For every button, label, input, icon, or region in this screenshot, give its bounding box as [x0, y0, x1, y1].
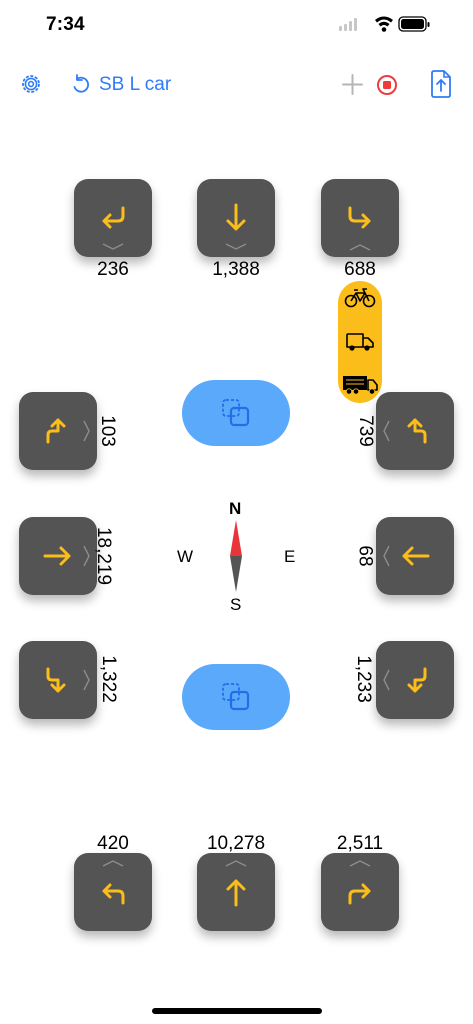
copy-button-bottom[interactable] — [182, 664, 290, 730]
top-left-turn-tile[interactable] — [74, 179, 152, 257]
right-up-turn-tile[interactable] — [376, 392, 454, 470]
chevron-up-icon — [349, 244, 371, 251]
export-button[interactable] — [430, 70, 452, 98]
count-right-down: 1,233 — [352, 655, 374, 703]
signal-icon — [339, 18, 357, 31]
right-down-turn-tile[interactable] — [376, 641, 454, 719]
count-left-through: 18,219 — [93, 526, 115, 586]
chevron-up-icon — [225, 860, 247, 867]
bottom-right-turn-tile[interactable] — [321, 853, 399, 931]
copy-icon — [222, 683, 250, 711]
turn-right-arrow-icon — [348, 883, 371, 905]
plus-icon — [342, 74, 363, 95]
arrow-right-icon — [43, 546, 71, 566]
van-icon — [346, 333, 374, 351]
chevron-left-icon — [383, 545, 390, 567]
session-title[interactable]: SB L car — [99, 74, 171, 96]
left-down-turn-tile[interactable] — [19, 641, 97, 719]
status-icons — [339, 14, 449, 38]
turn-left-arrow-icon — [102, 206, 125, 229]
chevron-up-icon — [349, 860, 371, 867]
truck-icon — [343, 376, 378, 395]
undo-button[interactable] — [71, 74, 91, 96]
copy-button-top[interactable] — [182, 380, 290, 446]
bottom-through-tile[interactable] — [197, 853, 275, 931]
status-time: 7:34 — [46, 14, 85, 35]
turn-down-arrow-icon — [407, 667, 427, 693]
count-bottom-left: 420 — [97, 833, 129, 854]
count-left-up: 103 — [96, 415, 118, 447]
bicycle-icon — [344, 288, 376, 308]
battery-icon — [398, 16, 430, 32]
top-right-turn-tile[interactable] — [321, 179, 399, 257]
count-top-through: 1,388 — [212, 259, 260, 280]
compass-west: W — [177, 547, 194, 566]
chevron-right-icon — [83, 545, 90, 567]
wifi-icon — [375, 16, 393, 32]
bottom-left-turn-tile[interactable] — [74, 853, 152, 931]
settings-button[interactable] — [20, 73, 42, 95]
top-through-tile[interactable] — [197, 179, 275, 257]
turn-down-arrow-icon — [46, 667, 66, 693]
copy-icon — [222, 399, 250, 427]
export-icon — [431, 70, 451, 98]
chevron-down-icon — [225, 243, 247, 250]
left-up-turn-tile[interactable] — [19, 392, 97, 470]
turn-up-arrow-icon — [46, 418, 66, 444]
compass-south: S — [230, 595, 242, 614]
right-through-tile[interactable] — [376, 517, 454, 595]
vehicle-type-selector[interactable] — [338, 281, 382, 403]
chevron-down-icon — [102, 243, 124, 250]
gear-icon — [22, 75, 40, 93]
turn-right-arrow-icon — [348, 206, 371, 229]
arrow-down-icon — [226, 203, 246, 231]
count-top-left: 236 — [97, 259, 129, 280]
count-bottom-through: 10,278 — [206, 833, 266, 854]
chevron-left-icon — [383, 669, 390, 691]
add-button[interactable] — [342, 74, 363, 95]
undo-icon — [73, 74, 89, 93]
count-bottom-right: 2,511 — [336, 833, 384, 854]
chevron-right-icon — [83, 420, 90, 442]
arrow-up-icon — [226, 879, 246, 907]
compass-needle-icon — [230, 520, 242, 592]
compass-east: E — [284, 547, 296, 566]
left-through-tile[interactable] — [19, 517, 97, 595]
chevron-left-icon — [383, 420, 390, 442]
stop-recording-button[interactable] — [376, 74, 398, 96]
count-right-through: 68 — [354, 545, 376, 567]
turn-up-arrow-icon — [407, 418, 427, 444]
count-top-right: 688 — [344, 259, 376, 280]
chevron-right-icon — [83, 669, 90, 691]
compass-north: N — [229, 499, 242, 518]
count-right-up: 739 — [354, 415, 376, 447]
home-indicator[interactable] — [152, 1008, 322, 1014]
turn-left-arrow-icon — [102, 883, 125, 905]
count-left-down: 1,322 — [97, 655, 119, 703]
chevron-up-icon — [102, 860, 124, 867]
arrow-left-icon — [402, 546, 430, 566]
record-stop-icon — [377, 75, 397, 95]
